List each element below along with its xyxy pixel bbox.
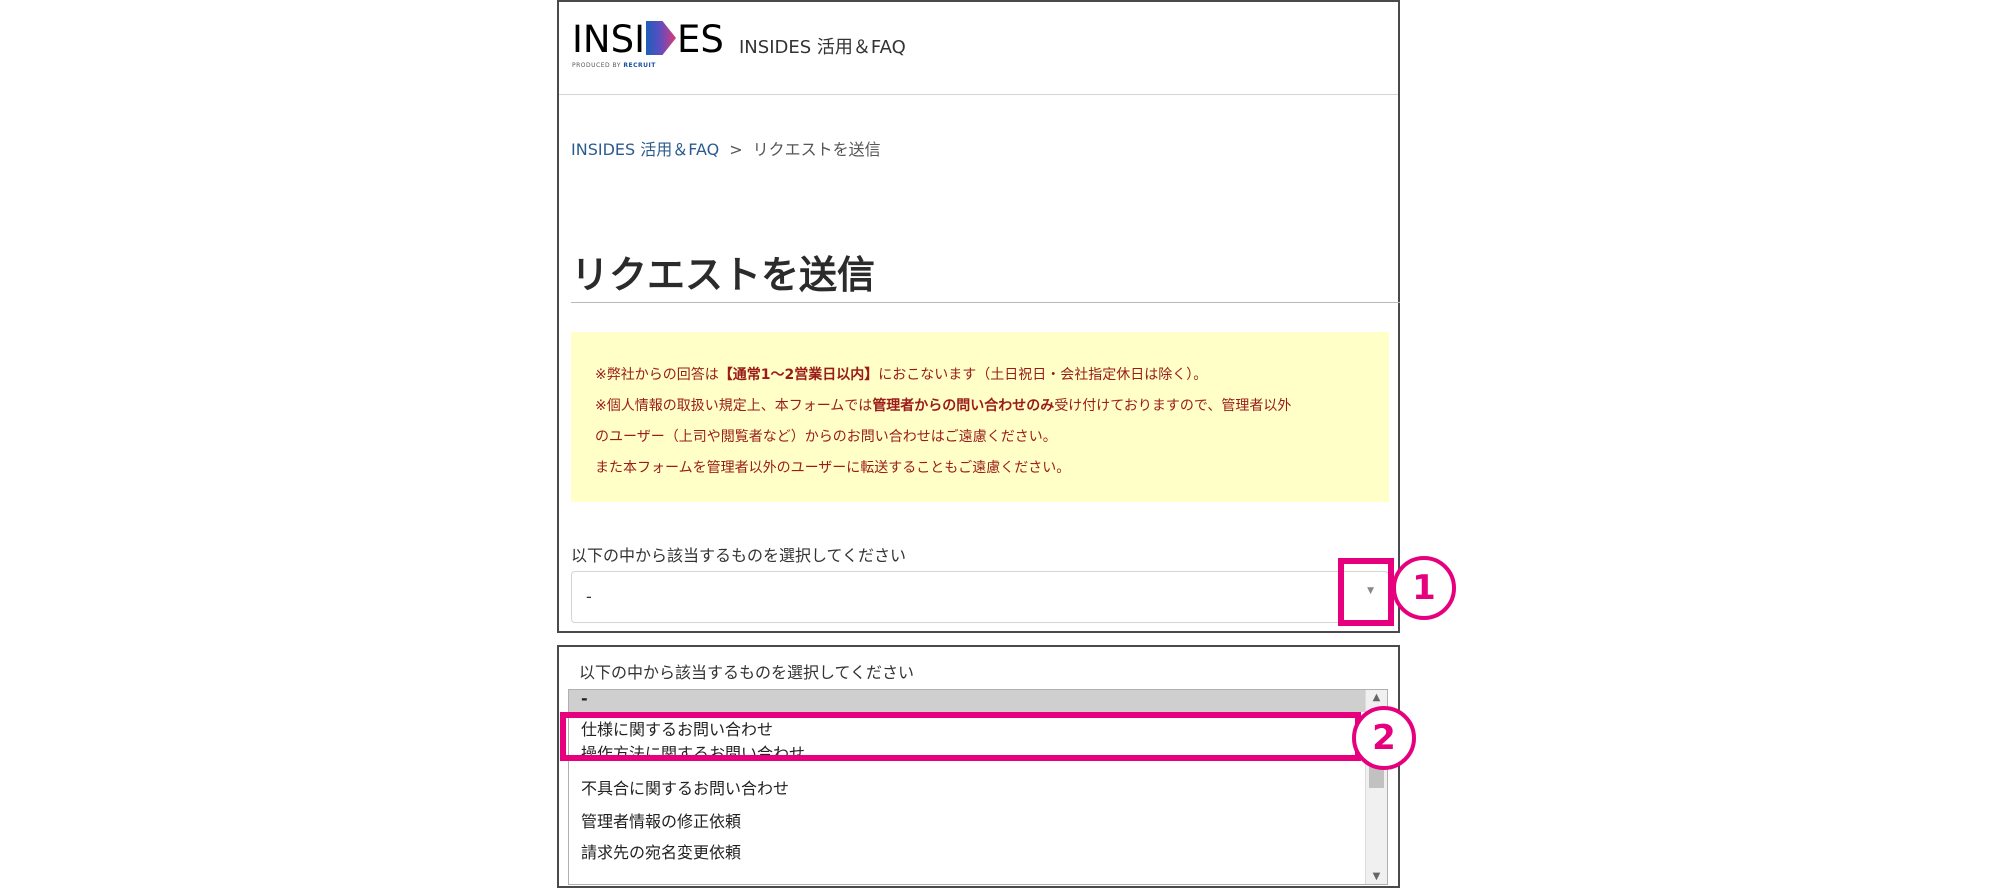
notice-line-1: ※弊社からの回答は【通常1〜2営業日以内】におこないます（土日祝日・会社指定休日… (595, 367, 1208, 383)
breadcrumb-current: リクエストを送信 (752, 140, 881, 159)
title-divider (571, 302, 1400, 303)
tutorial-screenshot: INSI ES PRODUCED BY RECRUIT INSIDES 活用＆FA… (0, 0, 2000, 888)
logo-mark-icon (646, 21, 676, 55)
notice-line-3: のユーザー（上司や閲覧者など）からのお問い合わせはご遠慮ください。 (595, 429, 1057, 445)
step-badge-2: 2 (1352, 706, 1416, 770)
request-type-select[interactable]: - ▼ (571, 571, 1389, 623)
request-type-label: 以下の中から該当するものを選択してください (571, 546, 907, 565)
site-name[interactable]: INSIDES 活用＆FAQ (739, 33, 906, 59)
logo-tagline: PRODUCED BY RECRUIT (572, 62, 656, 69)
dropdown-option-admin-info[interactable]: 管理者情報の修正依頼 (569, 806, 1365, 838)
dropdown-option-bug[interactable]: 不具合に関するお問い合わせ (569, 773, 1365, 805)
dropdown-open-panel: 以下の中から該当するものを選択してください - 仕様に関するお問い合わせ 操作方… (557, 645, 1400, 888)
insides-logo[interactable]: INSI ES PRODUCED BY RECRUIT (572, 20, 724, 74)
scroll-up-arrow-icon[interactable]: ▲ (1366, 692, 1387, 703)
step-badge-1: 1 (1392, 556, 1456, 620)
dropdown-label: 以下の中から該当するものを選択してください (579, 663, 915, 682)
site-header: INSI ES PRODUCED BY RECRUIT INSIDES 活用＆FA… (559, 2, 1398, 95)
notice-box: ※弊社からの回答は【通常1〜2営業日以内】におこないます（土日祝日・会社指定休日… (571, 332, 1389, 502)
breadcrumb: INSIDES 活用＆FAQ > リクエストを送信 (571, 136, 881, 160)
notice-line-4: また本フォームを管理者以外のユーザーに転送することもご遠慮ください。 (595, 460, 1071, 476)
scroll-down-arrow-icon[interactable]: ▼ (1366, 871, 1387, 882)
dropdown-option-billing-name[interactable]: 請求先の宛名変更依頼 (569, 839, 1365, 862)
request-form-panel: INSI ES PRODUCED BY RECRUIT INSIDES 活用＆FA… (557, 0, 1400, 633)
highlight-spec-option (560, 712, 1361, 761)
notice-line-2: ※個人情報の取扱い規定上、本フォームでは管理者からの問い合わせのみ受け付けており… (595, 398, 1292, 414)
breadcrumb-home-link[interactable]: INSIDES 活用＆FAQ (571, 140, 719, 159)
page-title: リクエストを送信 (571, 253, 876, 297)
highlight-dropdown-arrow (1338, 558, 1394, 626)
dropdown-option-none[interactable]: - (569, 690, 1365, 712)
request-type-value: - (586, 587, 592, 606)
breadcrumb-separator: > (729, 140, 743, 159)
